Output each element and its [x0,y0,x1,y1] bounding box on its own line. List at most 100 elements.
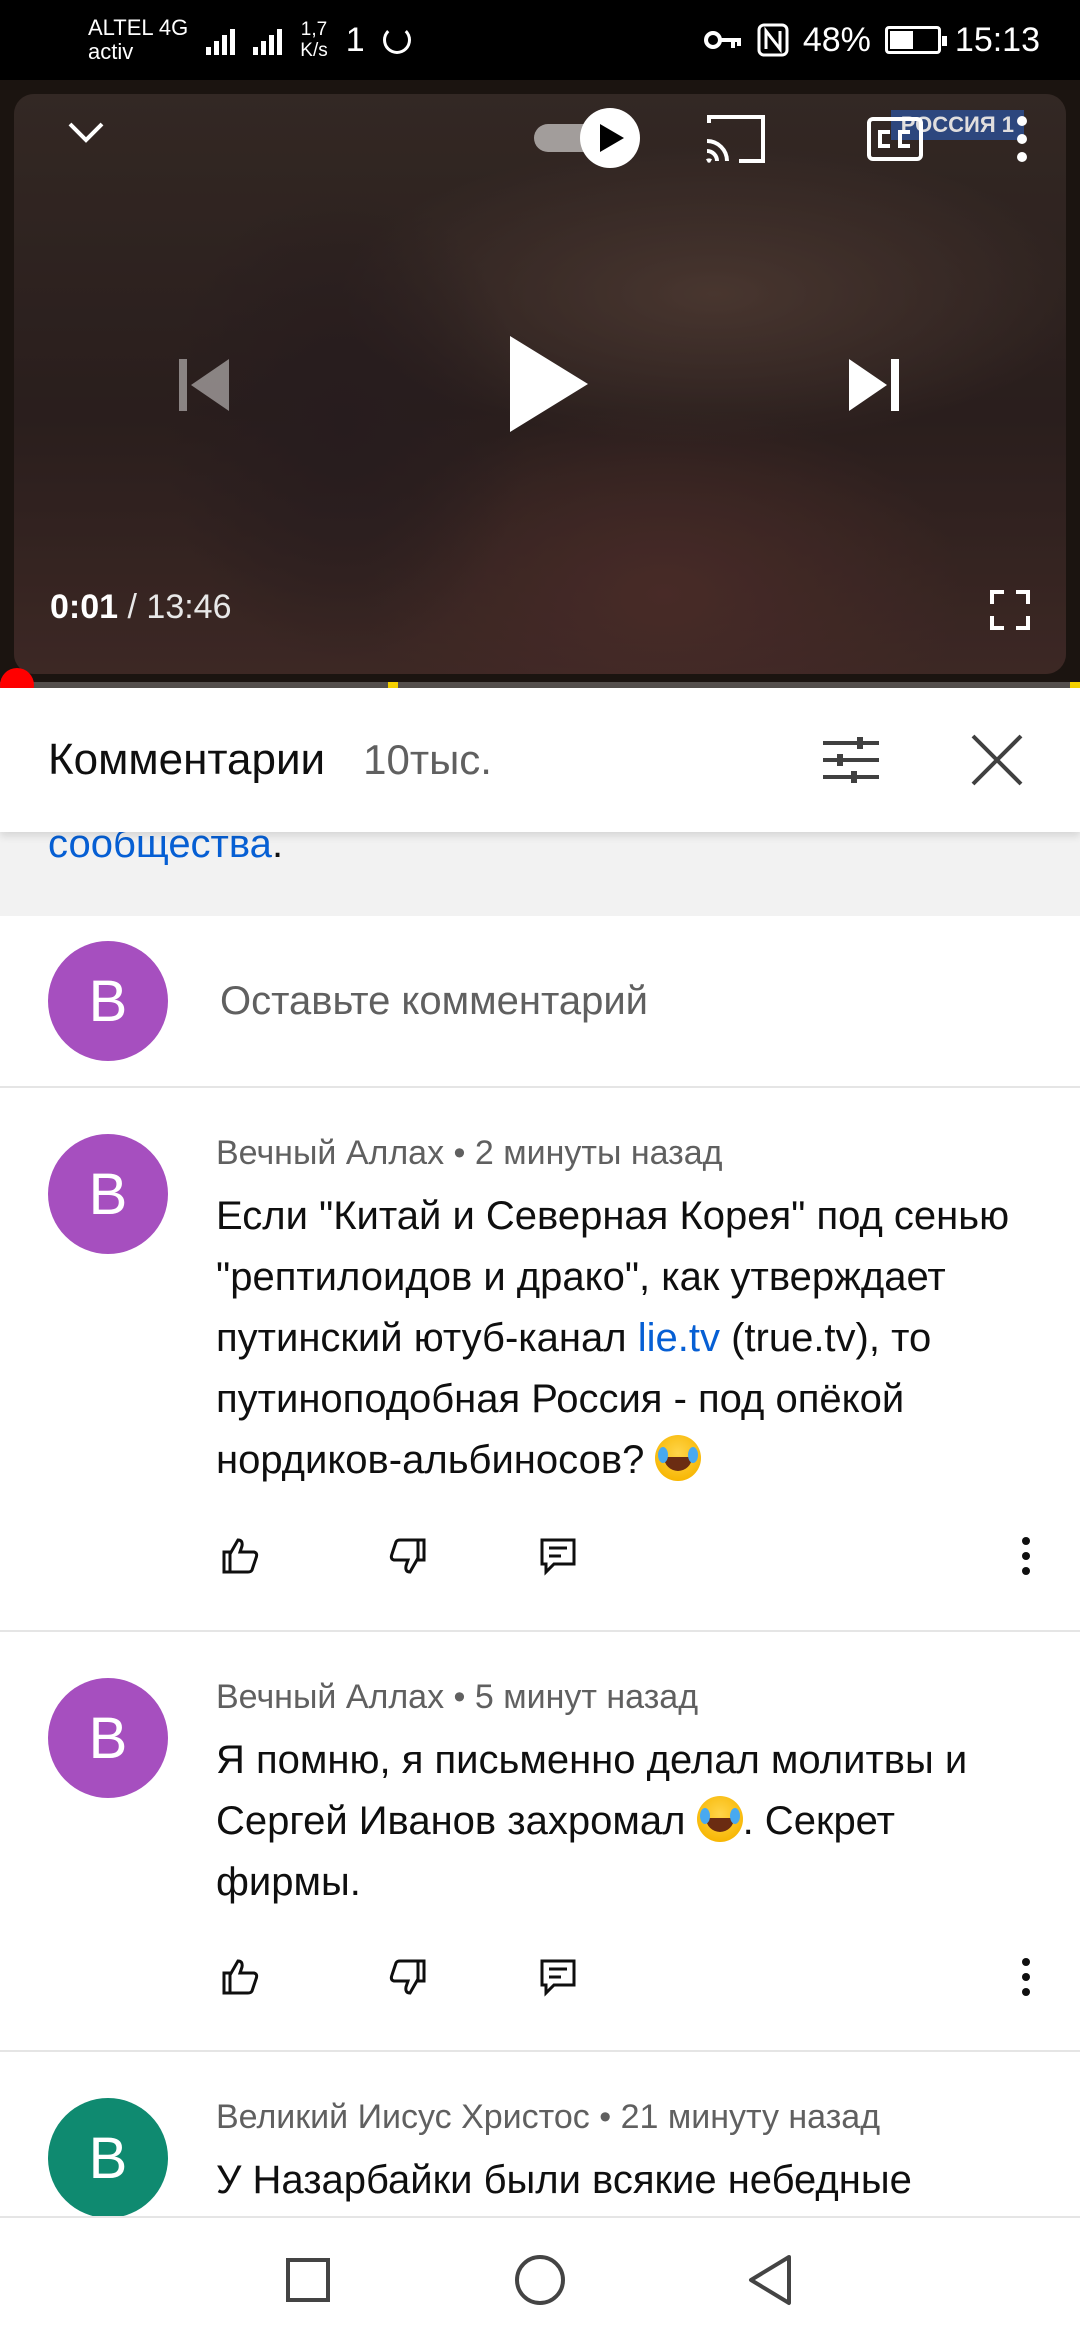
battery-icon [884,26,947,54]
cc-icon [867,117,923,161]
like-button[interactable] [210,1947,270,2007]
dislike-button[interactable] [378,1526,438,1586]
thumb-down-icon [389,1959,426,1995]
sort-icon [823,737,879,783]
comment-text: У Назарбайки были всякие небедные [216,2150,1036,2211]
circle-icon [515,2255,565,2305]
carrier-secondary: activ [88,39,134,64]
signal-icon-2 [253,25,283,55]
autoplay-toggle[interactable] [530,98,644,178]
thumb-up-icon [222,1959,259,1995]
comment-time: 21 минуту назад [620,2098,881,2136]
clock: 15:13 [954,20,1040,59]
status-bar-left: ALTEL 4G activ 1,7 K/s 1 [88,16,411,64]
square-icon [286,2258,330,2302]
comment-meta: Вечный Аллах • 2 минуты назад [216,1134,723,1173]
comment-time: 5 минут назад [474,1678,699,1716]
recent-apps-button[interactable] [276,2248,340,2312]
play-button[interactable] [492,324,602,444]
time-separator: / [127,588,137,626]
add-comment-row[interactable]: В Оставьте комментарий [0,916,1080,1088]
next-button[interactable] [840,350,910,420]
home-button[interactable] [508,2248,572,2312]
previous-button[interactable] [168,350,238,420]
comment-meta: Великий Иисус Христос • 21 минуту назад [216,2098,880,2137]
comment-time: 2 минуты назад [474,1134,723,1172]
comments-count: 10тыс. [363,736,492,783]
comment-item: В Вечный Аллах • 2 минуты назад Если "Ки… [0,1088,1080,1632]
battery-level [889,31,913,49]
minimize-button[interactable] [56,102,116,162]
thumb-down-icon [389,1538,426,1574]
carrier-name: ALTEL 4G [88,15,189,40]
more-vert-icon [1022,1958,1030,1996]
captions-button[interactable] [860,104,930,174]
avatar: В [48,941,168,1061]
play-icon [510,336,588,432]
comment-link[interactable]: lie.tv [638,1316,720,1360]
comment-text: Я помню, я письменно делал молитвы и Сер… [216,1730,1036,1913]
fullscreen-button[interactable] [980,580,1040,640]
reply-button[interactable] [528,1526,588,1586]
speed-value: 1,7 [300,19,328,40]
laughing-emoji-icon [696,1796,743,1842]
total-time: 13:46 [146,588,232,626]
comment-menu-button[interactable] [996,1947,1056,2007]
video-player[interactable]: РОССИЯ 1 0:01 / 13:46 [0,80,1080,688]
comment-author[interactable]: Великий Иисус Христос [216,2098,590,2136]
cast-icon [706,115,765,163]
more-options-button[interactable] [1000,104,1044,174]
comment-text: Если "Китай и Северная Корея" под сенью … [216,1186,1036,1491]
status-bar-right: 48% 15:13 [703,21,1040,60]
status-bar: ALTEL 4G activ 1,7 K/s 1 48% 15:13 [0,0,1080,80]
more-vert-icon [1022,1537,1030,1575]
avatar[interactable]: В [48,1134,168,1254]
key-icon [703,31,741,49]
meta-separator: • [444,1134,475,1172]
cast-button[interactable] [700,104,770,174]
comment-text-part: У Назарбайки были всякие небедные [216,2158,912,2202]
community-notice: сообщества. [0,822,1080,916]
comment-meta: Вечный Аллах • 5 минут назад [216,1678,698,1717]
skip-next-icon [849,359,899,411]
reply-icon [540,1959,576,1997]
carrier-info: ALTEL 4G activ [88,16,188,64]
nfc-icon [757,23,789,57]
fullscreen-icon [990,590,1030,630]
avatar[interactable]: В [48,1678,168,1798]
comment-menu-button[interactable] [996,1526,1056,1586]
comment-input[interactable]: Оставьте комментарий [220,979,648,1024]
more-vert-icon [1017,116,1027,162]
comment-item: В Великий Иисус Христос • 21 минуту наза… [0,2052,1080,2216]
back-button[interactable] [738,2248,802,2312]
like-button[interactable] [210,1526,270,1586]
reply-icon [540,1538,576,1576]
skip-previous-icon [179,359,229,411]
comments-title: Комментарии [48,735,326,784]
time-display: 0:01 / 13:46 [50,588,232,627]
close-icon [971,734,1023,786]
meta-separator: • [444,1678,475,1716]
laughing-emoji-icon [655,1435,702,1481]
avatar[interactable]: В [48,2098,168,2216]
comment-item: В Вечный Аллах • 5 минут назад Я помню, … [0,1632,1080,2052]
autoplay-toggle-icon [534,108,640,168]
signal-icon [206,25,236,55]
comment-author[interactable]: Вечный Аллах [216,1134,444,1172]
thumb-up-icon [222,1538,259,1574]
reply-button[interactable] [528,1947,588,2007]
chevron-down-icon [68,122,104,143]
triangle-back-icon [749,2255,791,2305]
dislike-button[interactable] [378,1947,438,2007]
current-time: 0:01 [50,588,119,626]
status-extra: 1 [345,20,365,59]
sort-button[interactable] [816,725,886,795]
meta-separator: • [589,2098,621,2136]
comment-author[interactable]: Вечный Аллах [216,1678,444,1716]
close-comments-button[interactable] [962,725,1032,795]
battery-percent: 48% [802,20,871,59]
sync-icon [382,26,411,54]
speed-unit: K/s [300,40,328,61]
comments-header: Комментарии 10тыс. [0,688,1080,832]
network-speed: 1,7 K/s [300,19,327,61]
